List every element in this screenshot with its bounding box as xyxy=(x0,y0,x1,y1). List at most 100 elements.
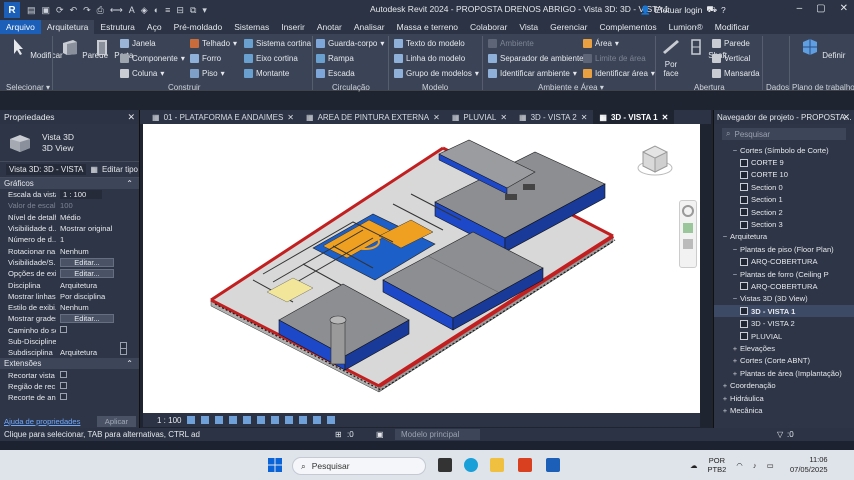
by-face-button[interactable]: Por face xyxy=(660,38,682,78)
set-workplane-button[interactable]: Definir xyxy=(800,38,845,60)
clock[interactable]: 11:06 07/05/2025 xyxy=(790,455,828,475)
zoom-icon[interactable] xyxy=(683,223,693,233)
stair-button[interactable]: Escada xyxy=(316,69,355,78)
close-icon[interactable]: ✕ xyxy=(581,113,588,122)
language-indicator[interactable]: POR PTB2 xyxy=(708,456,727,474)
navigator-item[interactable]: + Hidráulica xyxy=(714,392,854,404)
visual-style-icon[interactable] xyxy=(201,416,210,424)
property-checkbox[interactable] xyxy=(60,381,67,389)
open-icon[interactable]: ▤ xyxy=(27,5,36,16)
expand-icon[interactable]: + xyxy=(730,344,740,353)
volume-icon[interactable]: ♪ xyxy=(753,461,757,470)
navigator-item[interactable]: CORTE 9 xyxy=(714,156,854,168)
ribbon-tab[interactable]: Sistemas xyxy=(228,20,275,34)
revit-taskbar-icon[interactable] xyxy=(546,458,560,472)
close-icon[interactable]: ✕ xyxy=(842,112,850,123)
login-label[interactable]: Efetuar login xyxy=(655,5,703,15)
close-icon[interactable]: ✕ xyxy=(433,113,440,122)
collapse-icon[interactable]: − xyxy=(730,146,740,155)
ribbon-tab[interactable]: Aço xyxy=(141,20,168,34)
view-scale[interactable]: 1 : 100 xyxy=(157,416,181,425)
property-checkbox[interactable] xyxy=(60,325,67,333)
print-icon[interactable]: ⎙ xyxy=(97,5,104,16)
navigator-item[interactable]: − Plantas de piso (Floor Plan) xyxy=(714,243,854,255)
3d-view-icon[interactable]: ◈ xyxy=(141,5,148,16)
area-boundary-button[interactable]: Limite de área xyxy=(583,54,646,63)
dormer-button[interactable]: Mansarda xyxy=(712,69,760,78)
navigator-item[interactable]: + Cortes (Corte ABNT) xyxy=(714,355,854,367)
lock-view-icon[interactable] xyxy=(285,416,294,424)
switch-windows-icon[interactable]: ⧉ xyxy=(190,5,196,16)
model-line-button[interactable]: Linha do modelo xyxy=(394,54,465,63)
property-value[interactable]: Por disciplina xyxy=(60,292,105,301)
windows-start-icon[interactable] xyxy=(268,458,282,472)
apply-button[interactable]: Aplicar xyxy=(96,415,136,427)
cart-icon[interactable]: ⛟ xyxy=(706,4,717,16)
ribbon-tab[interactable]: Pré-moldado xyxy=(168,20,229,34)
navigator-item[interactable]: + Mecânica xyxy=(714,404,854,416)
property-value[interactable]: Nenhum xyxy=(60,247,89,256)
roof-button[interactable]: Telhado ▾ xyxy=(190,39,237,48)
navigator-item[interactable]: − Arquitetura xyxy=(714,231,854,243)
instance-selector[interactable]: Vista 3D: 3D - VISTA xyxy=(6,164,87,175)
navigator-item[interactable]: Section 0 xyxy=(714,181,854,193)
editable-icon[interactable]: ▣ xyxy=(376,430,384,439)
navigator-item[interactable]: Section 1 xyxy=(714,194,854,206)
vertical-opening-button[interactable]: Vertical xyxy=(712,54,750,63)
property-value[interactable]: Arquitetura xyxy=(60,348,97,357)
wifi-icon[interactable]: ◠ xyxy=(736,461,743,470)
shadows-icon[interactable] xyxy=(229,416,238,424)
expand-icon[interactable]: + xyxy=(720,406,730,415)
floor-button[interactable]: Piso ▾ xyxy=(190,69,225,78)
text-icon[interactable]: A xyxy=(129,5,135,16)
edit-type-button[interactable]: Editar tipo xyxy=(102,165,138,174)
ribbon-tab[interactable]: Anotar xyxy=(311,20,348,34)
ribbon-tab[interactable]: Estrutura xyxy=(94,20,141,34)
type-selector[interactable]: Vista 3D 3D View xyxy=(0,124,139,162)
room-button[interactable]: Ambiente xyxy=(488,39,534,48)
ribbon-tab[interactable]: Analisar xyxy=(348,20,391,34)
panel-room-area[interactable]: Ambiente e Área ▾ xyxy=(538,83,604,92)
property-value[interactable]: 100 xyxy=(60,201,73,210)
workset-icon[interactable]: ⊞ xyxy=(335,430,342,439)
ribbon-tab[interactable]: Vista xyxy=(513,20,544,34)
property-checkbox[interactable] xyxy=(120,348,127,356)
navigator-item[interactable]: PLUVIAL xyxy=(714,330,854,342)
save-icon[interactable]: ▣ xyxy=(42,5,51,16)
viewcube[interactable] xyxy=(635,140,675,180)
section-icon[interactable]: ◐ xyxy=(154,5,159,16)
close-icon[interactable]: ✕ xyxy=(840,3,848,14)
filter-icon[interactable]: ▽ xyxy=(777,430,783,439)
close-icon[interactable]: ✕ xyxy=(287,113,294,122)
view-tab[interactable]: ▦ AREA DE PINTURA EXTERNA ✕ xyxy=(300,110,446,124)
modify-button[interactable]: Modificar xyxy=(8,38,63,60)
battery-icon[interactable]: ▭ xyxy=(767,461,774,470)
ceiling-button[interactable]: Forro xyxy=(190,54,221,63)
navigator-item[interactable]: + Plantas de área (Implantação) xyxy=(714,367,854,379)
close-icon[interactable]: ✕ xyxy=(662,113,669,122)
view-tab[interactable]: ▦ PLUVIAL ✕ xyxy=(446,110,513,124)
worksharing-icon[interactable] xyxy=(327,416,336,424)
expand-icon[interactable]: + xyxy=(720,394,730,403)
measure-icon[interactable]: ⟷ xyxy=(110,5,123,16)
thin-lines-icon[interactable]: ≡ xyxy=(165,5,170,16)
collapse-icon[interactable]: − xyxy=(730,270,740,279)
navigator-item[interactable]: Section 2 xyxy=(714,206,854,218)
tag-area-button[interactable]: Identificar área ▾ xyxy=(583,69,655,78)
property-value[interactable]: Médio xyxy=(60,213,81,222)
file-explorer-icon[interactable] xyxy=(490,458,504,472)
navigator-item[interactable]: ARQ-COBERTURA xyxy=(714,256,854,268)
hide-isolate-icon[interactable] xyxy=(299,416,308,424)
edit-type-icon[interactable]: ▦ xyxy=(90,165,98,174)
customize-icon[interactable]: ▾ xyxy=(202,5,207,16)
column-button[interactable]: Coluna ▾ xyxy=(120,69,164,78)
ribbon-tab[interactable]: Complementos xyxy=(593,20,662,34)
crop-view-icon[interactable] xyxy=(257,416,266,424)
login-area[interactable]: 👤 Efetuar login ⛟ ? xyxy=(640,4,726,16)
navigator-item[interactable]: − Plantas de forro (Ceiling P xyxy=(714,268,854,280)
navigator-item[interactable]: 3D - VISTA 1 xyxy=(714,305,854,318)
steering-wheel-icon[interactable] xyxy=(682,205,694,217)
mullion-button[interactable]: Montante xyxy=(244,69,289,78)
3d-view-canvas[interactable] xyxy=(143,124,700,413)
ribbon-tab[interactable]: Colaborar xyxy=(464,20,513,34)
